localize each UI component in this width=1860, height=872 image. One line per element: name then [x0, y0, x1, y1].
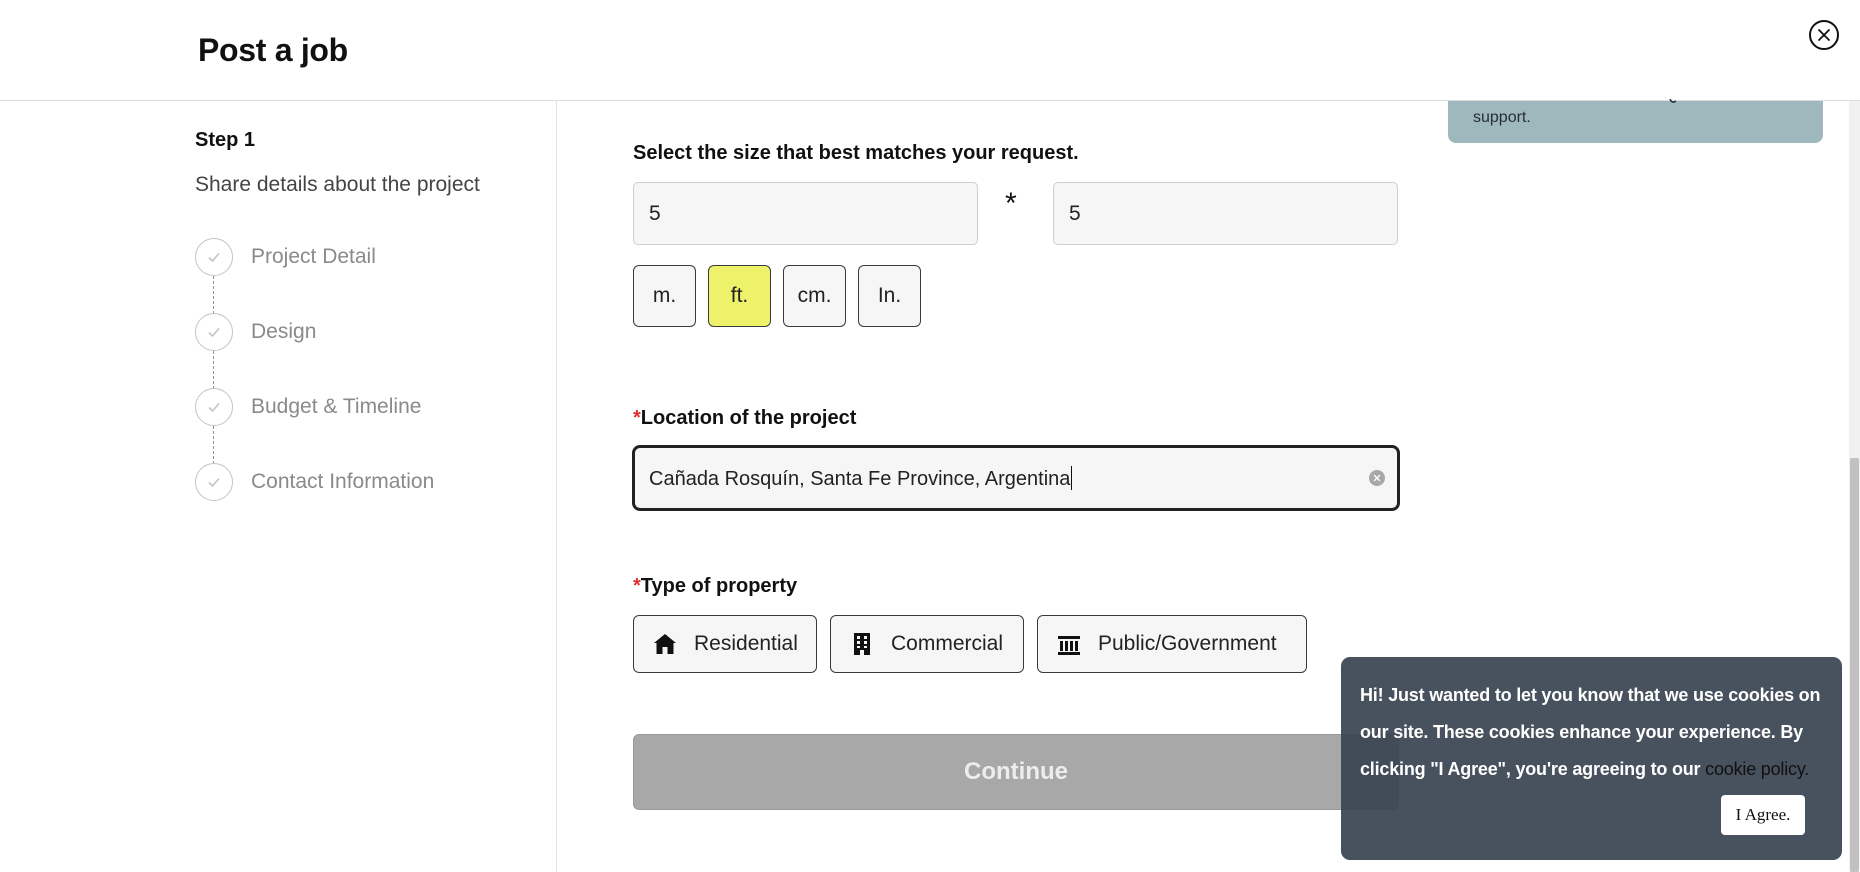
- check-icon: [208, 477, 220, 488]
- step-check-circle: [195, 313, 233, 351]
- property-public-government-button[interactable]: Public/Government: [1037, 615, 1307, 673]
- property-option-label: Commercial: [891, 632, 1004, 655]
- cookie-policy-link[interactable]: cookie policy.: [1705, 759, 1809, 779]
- step-label: Step 1: [195, 129, 256, 151]
- check-icon: [208, 327, 220, 338]
- property-label-text: Type of property: [640, 575, 798, 597]
- location-field[interactable]: Cañada Rosquín, Santa Fe Province, Argen…: [632, 445, 1400, 511]
- step-description: Share details about the project: [195, 173, 480, 196]
- size-label: Select the size that best matches your r…: [633, 142, 1079, 164]
- header: Post a job: [0, 0, 1860, 101]
- cookie-banner: Hi! Just wanted to let you know that we …: [1341, 657, 1842, 860]
- location-value-text: Cañada Rosquín, Santa Fe Province, Argen…: [649, 468, 1071, 490]
- step-connector: [213, 351, 214, 389]
- location-label: *Location of the project: [633, 407, 856, 430]
- unit-button-in[interactable]: In.: [858, 265, 921, 327]
- info-card: support.: [1448, 99, 1823, 143]
- info-card-text: support.: [1473, 109, 1531, 126]
- step-contact-information[interactable]: Contact Information: [195, 463, 434, 501]
- step-connector: [213, 276, 214, 314]
- step-label-text: Design: [251, 320, 317, 343]
- text-caret: [1071, 466, 1073, 490]
- unit-button-cm[interactable]: cm.: [783, 265, 846, 327]
- required-mark: *: [633, 407, 641, 429]
- step-check-circle: [195, 238, 233, 276]
- property-residential-button[interactable]: Residential: [633, 615, 817, 673]
- step-design[interactable]: Design: [195, 313, 316, 351]
- step-label-text: Budget & Timeline: [251, 395, 422, 418]
- required-mark: *: [633, 575, 641, 597]
- property-option-label: Public/Government: [1098, 632, 1277, 655]
- property-commercial-button[interactable]: Commercial: [830, 615, 1024, 673]
- step-label-text: Project Detail: [251, 245, 376, 268]
- cookie-message: Hi! Just wanted to let you know that we …: [1360, 677, 1830, 788]
- location-label-text: Location of the project: [640, 407, 857, 429]
- step-budget-timeline[interactable]: Budget & Timeline: [195, 388, 421, 426]
- size-width-input[interactable]: [633, 182, 978, 245]
- location-input-value[interactable]: Cañada Rosquín, Santa Fe Province, Argen…: [649, 466, 1073, 491]
- continue-button[interactable]: Continue: [633, 734, 1399, 810]
- clear-location-button[interactable]: [1369, 470, 1385, 486]
- agree-cookies-button[interactable]: I Agree.: [1721, 795, 1805, 835]
- check-icon: [208, 252, 220, 263]
- government-building-icon: [1058, 636, 1080, 655]
- unit-button-m[interactable]: m.: [633, 265, 696, 327]
- step-label-text: Contact Information: [251, 470, 435, 493]
- check-icon: [208, 402, 220, 413]
- unit-button-ft[interactable]: ft.: [708, 265, 771, 327]
- size-height-input[interactable]: [1053, 182, 1398, 245]
- clear-icon: [1373, 474, 1381, 482]
- step-project-detail[interactable]: Project Detail: [195, 238, 376, 276]
- step-check-circle: [195, 388, 233, 426]
- property-option-label: Residential: [694, 632, 798, 655]
- step-check-circle: [195, 463, 233, 501]
- property-type-label: *Type of property: [633, 575, 797, 598]
- page-title: Post a job: [198, 32, 348, 68]
- close-icon: [1818, 29, 1830, 41]
- scrollbar-thumb[interactable]: [1850, 458, 1859, 872]
- clipped-text-fragment: [1669, 99, 1677, 103]
- house-icon: [654, 634, 676, 654]
- size-separator: *: [1005, 187, 1017, 220]
- step-connector: [213, 426, 214, 464]
- close-button[interactable]: [1809, 20, 1839, 50]
- office-building-icon: [854, 633, 870, 655]
